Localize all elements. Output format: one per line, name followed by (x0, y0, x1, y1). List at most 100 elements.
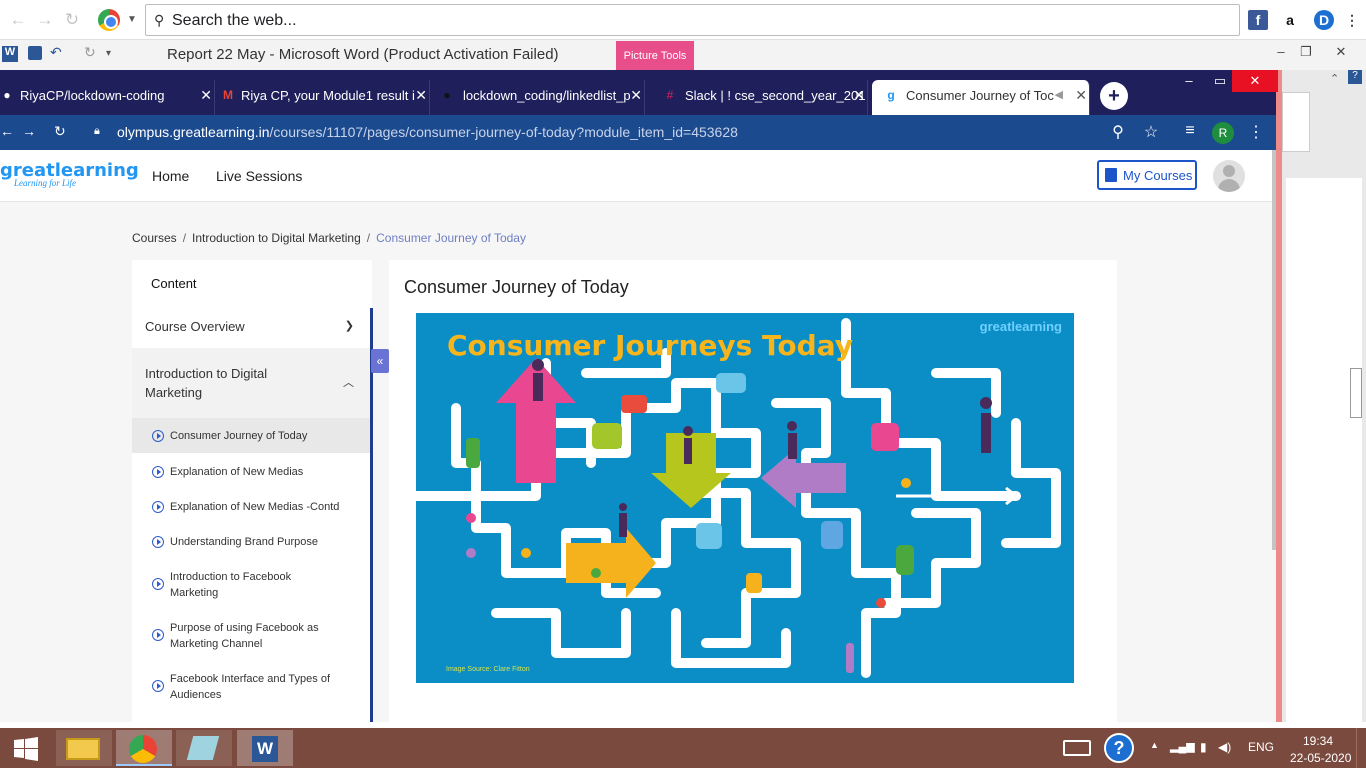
nav-live-sessions[interactable]: Live Sessions (216, 168, 302, 184)
start-button[interactable] (0, 730, 50, 766)
maximize-icon[interactable]: ▭ (1205, 70, 1235, 92)
page-scrollbar[interactable] (1272, 150, 1276, 550)
slide-image-source: Image Source: Clare Fitton (446, 666, 530, 673)
close-icon[interactable]: ✕ (415, 87, 427, 104)
profile-avatar[interactable]: R (1212, 122, 1234, 144)
star-icon[interactable]: ☆ (1141, 122, 1161, 142)
word-side-pane: ⌃ ? (1282, 70, 1366, 723)
show-desktop-button[interactable] (1356, 728, 1366, 768)
slide-brand-logo: greatlearning (979, 319, 1062, 334)
reload-icon[interactable]: ↻ (62, 10, 82, 30)
chrome-taskbar-button[interactable] (116, 730, 172, 766)
notepad-taskbar-button[interactable] (176, 730, 232, 766)
forward-icon[interactable]: → (35, 10, 55, 30)
back-icon[interactable]: ← (8, 10, 28, 30)
volume-icon[interactable]: ◀) (1218, 740, 1231, 754)
chrome-window: ● RiyaCP/lockdown-coding ✕ M Riya CP, yo… (0, 70, 1282, 722)
save-icon[interactable] (28, 46, 42, 60)
minimize-icon[interactable]: – (1174, 70, 1204, 92)
network-icon[interactable]: ▂▄▆ (1170, 740, 1195, 753)
section-label: Course Overview (145, 319, 245, 334)
list-item-consumer-journey[interactable]: Consumer Journey of Today (132, 418, 370, 453)
undo-icon[interactable]: ↶ (50, 44, 62, 61)
file-explorer-button[interactable] (56, 730, 112, 766)
nav-home[interactable]: Home (152, 168, 189, 184)
play-circle-icon (152, 536, 164, 548)
collapse-sidebar-button[interactable]: « (371, 349, 389, 373)
clock-date[interactable]: 22-05-2020 (1290, 751, 1351, 765)
close-icon[interactable]: ✕ (630, 87, 642, 104)
breadcrumb-module[interactable]: Introduction to Digital Marketing (192, 231, 361, 245)
language-indicator[interactable]: ENG (1248, 740, 1274, 754)
back-icon[interactable]: ← (0, 123, 14, 139)
address-bar: ← → ↻ 🔒︎ olympus.greatlearning.in/course… (0, 115, 1276, 150)
breadcrumb-courses[interactable]: Courses (132, 231, 177, 245)
url-field[interactable]: olympus.greatlearning.in/courses/11107/p… (117, 124, 738, 140)
chevron-down-icon[interactable]: ▼ (122, 10, 142, 30)
breadcrumb: Courses / Introduction to Digital Marketin… (132, 231, 526, 245)
chrome-icon[interactable] (98, 9, 120, 31)
list-item-new-medias-contd[interactable]: Explanation of New Medias -Contd (132, 499, 370, 515)
menu-icon[interactable]: ⋮ (1342, 10, 1362, 30)
search-icon: ⚲ (154, 12, 165, 28)
clock-time[interactable]: 19:34 (1303, 734, 1333, 748)
reload-icon[interactable]: ↻ (54, 123, 66, 140)
audio-icon[interactable]: ◀ (1055, 88, 1063, 101)
facebook-icon[interactable]: f (1248, 10, 1268, 30)
word-restore-icon[interactable]: ❐ (1295, 44, 1317, 62)
word-icon[interactable]: W (2, 46, 18, 62)
item-label: Explanation of New Medias -Contd (170, 501, 340, 513)
list-item-new-medias[interactable]: Explanation of New Medias (132, 464, 370, 480)
media-control-icon[interactable]: ≡ (1180, 122, 1200, 140)
amazon-icon[interactable]: a (1280, 10, 1300, 30)
url-domain: olympus.greatlearning.in (117, 124, 270, 140)
help-icon[interactable]: ? (1348, 70, 1362, 84)
window-close-icon[interactable]: ✕ (1232, 70, 1278, 92)
browser-menu-icon[interactable]: ⋮ (1246, 122, 1266, 142)
section-course-overview[interactable]: Course Overview ❯ (132, 319, 370, 334)
list-item-intro-facebook[interactable]: Introduction to Facebook Marketing (132, 569, 370, 601)
close-icon[interactable]: ✕ (1075, 87, 1087, 104)
ribbon-collapse-icon[interactable]: ⌃ (1330, 72, 1339, 85)
slide-title: Consumer Journeys Today (447, 329, 853, 362)
user-avatar[interactable] (1213, 160, 1245, 192)
extension-d-icon[interactable]: D (1314, 10, 1334, 30)
gmail-icon: M (223, 88, 233, 102)
play-circle-icon (152, 680, 164, 692)
show-hidden-icons-icon[interactable]: ▲ (1150, 740, 1159, 750)
tab-consumer-journey[interactable]: g Consumer Journey of Toc ◀ ✕ (872, 80, 1090, 115)
play-circle-icon (152, 578, 164, 590)
tab-label: Riya CP, your Module1 result i (241, 88, 415, 103)
new-tab-button[interactable]: + (1100, 82, 1128, 110)
word-close-icon[interactable]: ✕ (1330, 44, 1352, 62)
play-circle-icon (152, 466, 164, 478)
word-taskbar-button[interactable]: W (237, 730, 293, 766)
my-courses-button[interactable]: My Courses (1097, 160, 1197, 190)
list-item-brand-purpose[interactable]: Understanding Brand Purpose (132, 534, 370, 550)
tab-label: Slack | ! cse_second_year_201 (685, 88, 866, 103)
zoom-icon[interactable]: ⚲ (1108, 122, 1128, 142)
list-item-facebook-interface[interactable]: Facebook Interface and Types of Audience… (132, 671, 370, 703)
tab-slack[interactable]: # Slack | ! cse_second_year_201 ✕ (653, 80, 868, 115)
word-scrollbar-thumb[interactable] (1350, 368, 1362, 418)
list-item-purpose-facebook[interactable]: Purpose of using Facebook as Marketing C… (132, 620, 370, 652)
outer-browser-toolbar: ← → ↻ ▼ ⚲ Search the web... f a D ⋮ (0, 0, 1366, 40)
section-label: Introduction to Digital Marketing (145, 366, 268, 400)
close-icon[interactable]: ✕ (200, 87, 212, 104)
picture-tools-tab[interactable]: Picture Tools (616, 41, 694, 70)
close-icon[interactable]: ✕ (853, 87, 865, 104)
tab-gmail[interactable]: M Riya CP, your Module1 result i ✕ (215, 80, 430, 115)
quick-access-dropdown-icon[interactable]: ▾ (106, 48, 111, 59)
forward-icon[interactable]: → (22, 123, 36, 139)
redo-icon[interactable]: ↻ (84, 44, 96, 61)
tab-github-linkedlist[interactable]: ● lockdown_coding/linkedlist_p ✕ (430, 80, 645, 115)
windows-taskbar: W ? ▲ ▂▄▆ ▮ ◀) ENG 19:34 22-05-2020 (0, 728, 1366, 768)
help-icon[interactable]: ? (1104, 733, 1134, 763)
section-intro-digital-marketing[interactable]: Introduction to Digital Marketing ︿ (132, 348, 370, 418)
battery-icon[interactable]: ▮ (1200, 740, 1207, 754)
item-label: Introduction to Facebook Marketing (170, 571, 292, 599)
outer-search-input[interactable]: ⚲ Search the web... (145, 4, 1240, 36)
tab-github-lockdown[interactable]: ● RiyaCP/lockdown-coding ✕ (0, 80, 215, 115)
word-minimize-icon[interactable]: – (1270, 44, 1292, 62)
keyboard-icon[interactable] (1063, 740, 1091, 756)
